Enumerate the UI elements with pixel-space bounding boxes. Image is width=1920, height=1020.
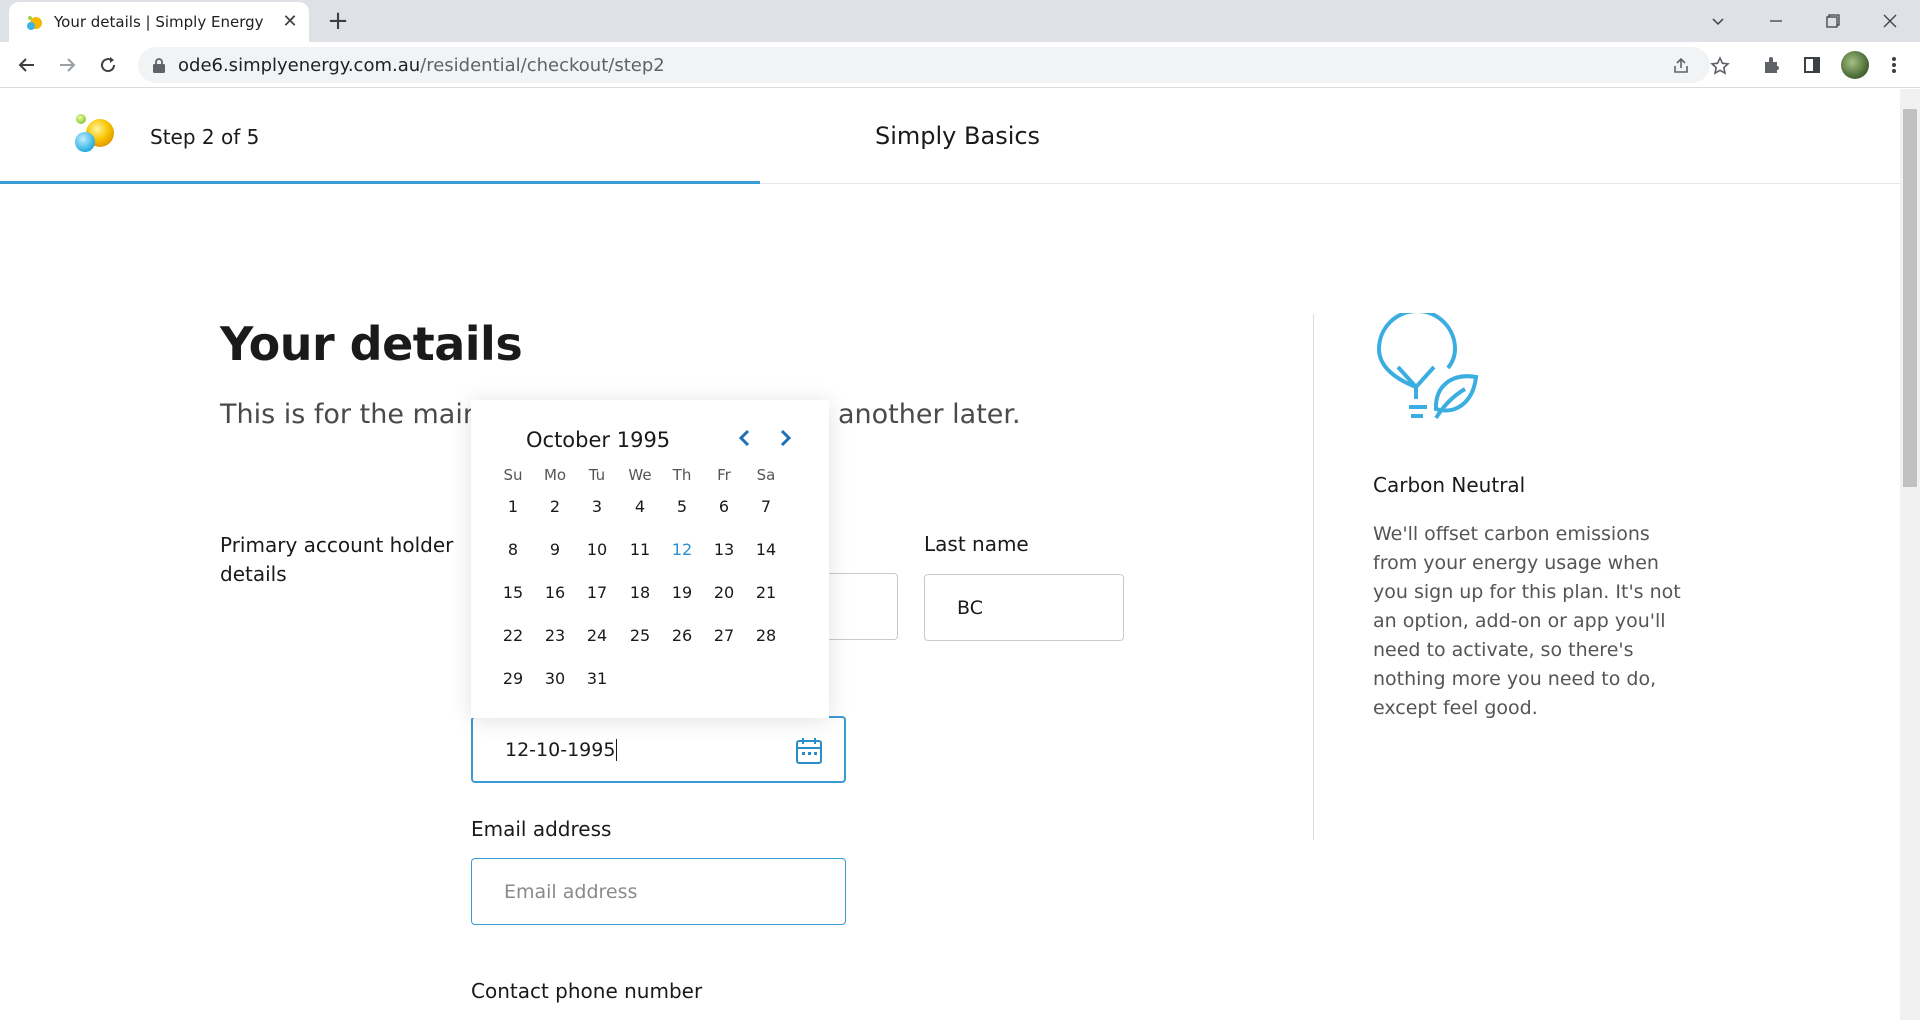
bookmark-star-icon[interactable] <box>1709 55 1731 77</box>
last-name-input[interactable]: BC <box>924 574 1124 641</box>
datepicker-day[interactable]: 15 <box>493 583 533 602</box>
forward-icon[interactable] <box>53 51 81 79</box>
plan-name: Simply Basics <box>875 122 1041 150</box>
panel-divider <box>1313 314 1314 840</box>
datepicker-day[interactable]: 31 <box>577 669 617 688</box>
last-name-label: Last name <box>924 532 1029 556</box>
datepicker-day[interactable]: 21 <box>746 583 786 602</box>
tab-title: Your details | Simply Energy <box>54 13 264 31</box>
datepicker-weekday: Mo <box>543 466 567 484</box>
side-panel-icon[interactable] <box>1800 53 1824 77</box>
date-of-birth-input[interactable]: 12-10-1995 <box>471 716 846 783</box>
page-subtitle-start: This is for the main a <box>220 399 506 430</box>
carbon-neutral-bulb-leaf-icon <box>1376 313 1479 420</box>
datepicker-month-label: October 1995 <box>526 428 671 452</box>
datepicker-day[interactable]: 22 <box>493 626 533 645</box>
simply-energy-favicon-icon <box>27 16 42 30</box>
carbon-neutral-description: We'll offset carbon emissions from your … <box>1373 523 1681 719</box>
datepicker-day[interactable]: 16 <box>535 583 575 602</box>
datepicker-day[interactable]: 4 <box>620 497 660 516</box>
datepicker-day[interactable]: 18 <box>620 583 660 602</box>
lock-icon[interactable] <box>152 57 166 73</box>
scrollbar-thumb[interactable] <box>1903 109 1917 487</box>
datepicker-day[interactable]: 5 <box>662 497 702 516</box>
address-bar[interactable]: ode6.simplyenergy.com.au/residential/che… <box>138 47 1730 83</box>
last-name-value: BC <box>957 596 983 619</box>
email-label: Email address <box>471 817 612 841</box>
datepicker-day[interactable]: 2 <box>535 497 575 516</box>
datepicker-day[interactable]: 27 <box>704 626 744 645</box>
step-indicator: Step 2 of 5 <box>150 125 260 149</box>
datepicker-day[interactable]: 12 <box>662 540 702 559</box>
datepicker-day[interactable]: 8 <box>493 540 533 559</box>
progress-bar <box>0 181 760 184</box>
extensions-icon[interactable] <box>1760 53 1784 77</box>
datepicker-day[interactable]: 28 <box>746 626 786 645</box>
share-icon[interactable] <box>1670 55 1692 77</box>
next-month-chevron-icon[interactable] <box>773 423 799 453</box>
datepicker-day[interactable]: 10 <box>577 540 617 559</box>
site-header: Step 2 of 5 Simply Basics <box>0 89 1900 184</box>
datepicker-weekday: Su <box>503 466 523 484</box>
page-viewport: Step 2 of 5 Simply Basics Your details T… <box>0 89 1920 1020</box>
datepicker-day[interactable]: 25 <box>620 626 660 645</box>
reload-icon[interactable] <box>94 51 122 79</box>
datepicker-day[interactable]: 9 <box>535 540 575 559</box>
tab-close-icon[interactable]: ✕ <box>279 11 301 33</box>
datepicker-day[interactable]: 19 <box>662 583 702 602</box>
page-scrollbar[interactable] <box>1900 89 1920 1020</box>
previous-month-chevron-icon[interactable] <box>731 423 757 453</box>
close-window-icon[interactable] <box>1872 6 1908 36</box>
simply-energy-logo-icon[interactable] <box>72 111 116 157</box>
browser-tab[interactable]: Your details | Simply Energy ✕ <box>9 2 309 42</box>
datepicker-day[interactable]: 24 <box>577 626 617 645</box>
text-caret <box>616 738 618 761</box>
datepicker-weekday: Sa <box>756 466 776 484</box>
datepicker-day[interactable]: 3 <box>577 497 617 516</box>
browser-toolbar: ode6.simplyenergy.com.au/residential/che… <box>0 42 1920 88</box>
carbon-neutral-title: Carbon Neutral <box>1373 473 1526 497</box>
datepicker-day[interactable]: 14 <box>746 540 786 559</box>
datepicker-day[interactable]: 6 <box>704 497 744 516</box>
datepicker-day[interactable]: 20 <box>704 583 744 602</box>
datepicker-day[interactable]: 23 <box>535 626 575 645</box>
page-title: Your details <box>220 317 523 371</box>
datepicker-day[interactable]: 26 <box>662 626 702 645</box>
datepicker-day[interactable]: 30 <box>535 669 575 688</box>
datepicker-day[interactable]: 29 <box>493 669 533 688</box>
minimize-icon[interactable] <box>1758 6 1794 36</box>
email-input[interactable]: Email address <box>471 858 846 925</box>
url-text[interactable]: ode6.simplyenergy.com.au/residential/che… <box>178 55 665 76</box>
datepicker-weekday: Th <box>672 466 692 484</box>
section-label-primary-holder: Primary account holder details <box>220 533 454 586</box>
datepicker-day[interactable]: 1 <box>493 497 533 516</box>
datepicker-weekday: Tu <box>588 466 606 484</box>
datepicker-popup: October 1995 Su Mo Tu We Th Fr Sa 1 2 3 4 5 6 7 8 9 10 1… <box>471 400 829 718</box>
tab-search-chevron-icon[interactable] <box>1700 6 1736 36</box>
datepicker-day[interactable]: 7 <box>746 497 786 516</box>
new-tab-icon[interactable]: + <box>325 8 351 34</box>
restore-icon[interactable] <box>1815 6 1851 36</box>
more-menu-icon[interactable] <box>1882 53 1906 77</box>
datepicker-weekday: Fr <box>717 466 731 484</box>
email-placeholder: Email address <box>504 880 638 903</box>
datepicker-day[interactable]: 11 <box>620 540 660 559</box>
page-subtitle-end: another later. <box>838 399 1021 430</box>
profile-avatar[interactable] <box>1841 51 1869 79</box>
calendar-icon[interactable] <box>794 736 824 766</box>
date-of-birth-value: 12-10-1995 <box>505 738 616 761</box>
datepicker-weekday: We <box>628 466 652 484</box>
browser-tab-strip: Your details | Simply Energy ✕ + <box>0 0 1920 42</box>
datepicker-day[interactable]: 17 <box>577 583 617 602</box>
phone-label: Contact phone number <box>471 979 703 1003</box>
datepicker-day[interactable]: 13 <box>704 540 744 559</box>
back-icon[interactable] <box>13 51 41 79</box>
